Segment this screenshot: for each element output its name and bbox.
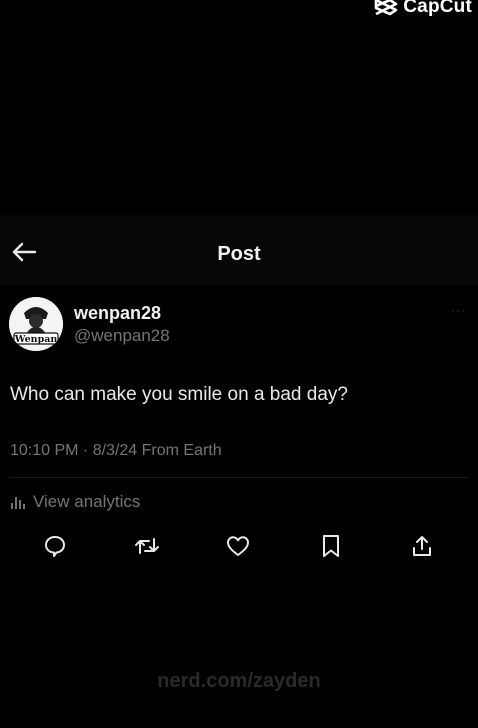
reply-button[interactable] (42, 533, 68, 559)
view-analytics-label: View analytics (33, 492, 141, 511)
divider (10, 477, 468, 478)
bookmark-icon (321, 534, 341, 558)
capcut-label: CapCut (403, 0, 472, 17)
capcut-watermark: CapCut (374, 0, 472, 18)
repost-button[interactable] (134, 533, 160, 559)
share-button[interactable] (409, 533, 435, 559)
page-title: Post (217, 243, 261, 265)
post-actions (0, 533, 478, 559)
bar-chart-icon (10, 494, 26, 510)
credit-watermark: nerd.com/zayden (157, 670, 321, 692)
post-text: Who can make you smile on a bad day? (10, 384, 348, 405)
capcut-logo-icon (374, 0, 398, 16)
bookmark-button[interactable] (318, 533, 344, 559)
author-display-name[interactable]: wenpan28 (74, 303, 161, 324)
more-options-button[interactable]: ··· (451, 303, 466, 317)
like-button[interactable] (225, 533, 251, 559)
post-timestamp: 10:10 PM · 8/3/24 From Earth (10, 442, 222, 459)
comment-icon (43, 534, 67, 558)
avatar[interactable]: Wenpan (9, 297, 63, 351)
more-options-icon: ··· (451, 303, 466, 317)
post-header: Post (0, 215, 478, 285)
avatar-label: Wenpan (14, 334, 58, 345)
share-icon (410, 534, 434, 558)
repost-icon (134, 534, 160, 558)
view-analytics-link[interactable]: View analytics (10, 492, 140, 512)
heart-icon (226, 535, 250, 557)
author-handle[interactable]: @wenpan28 (74, 326, 170, 346)
